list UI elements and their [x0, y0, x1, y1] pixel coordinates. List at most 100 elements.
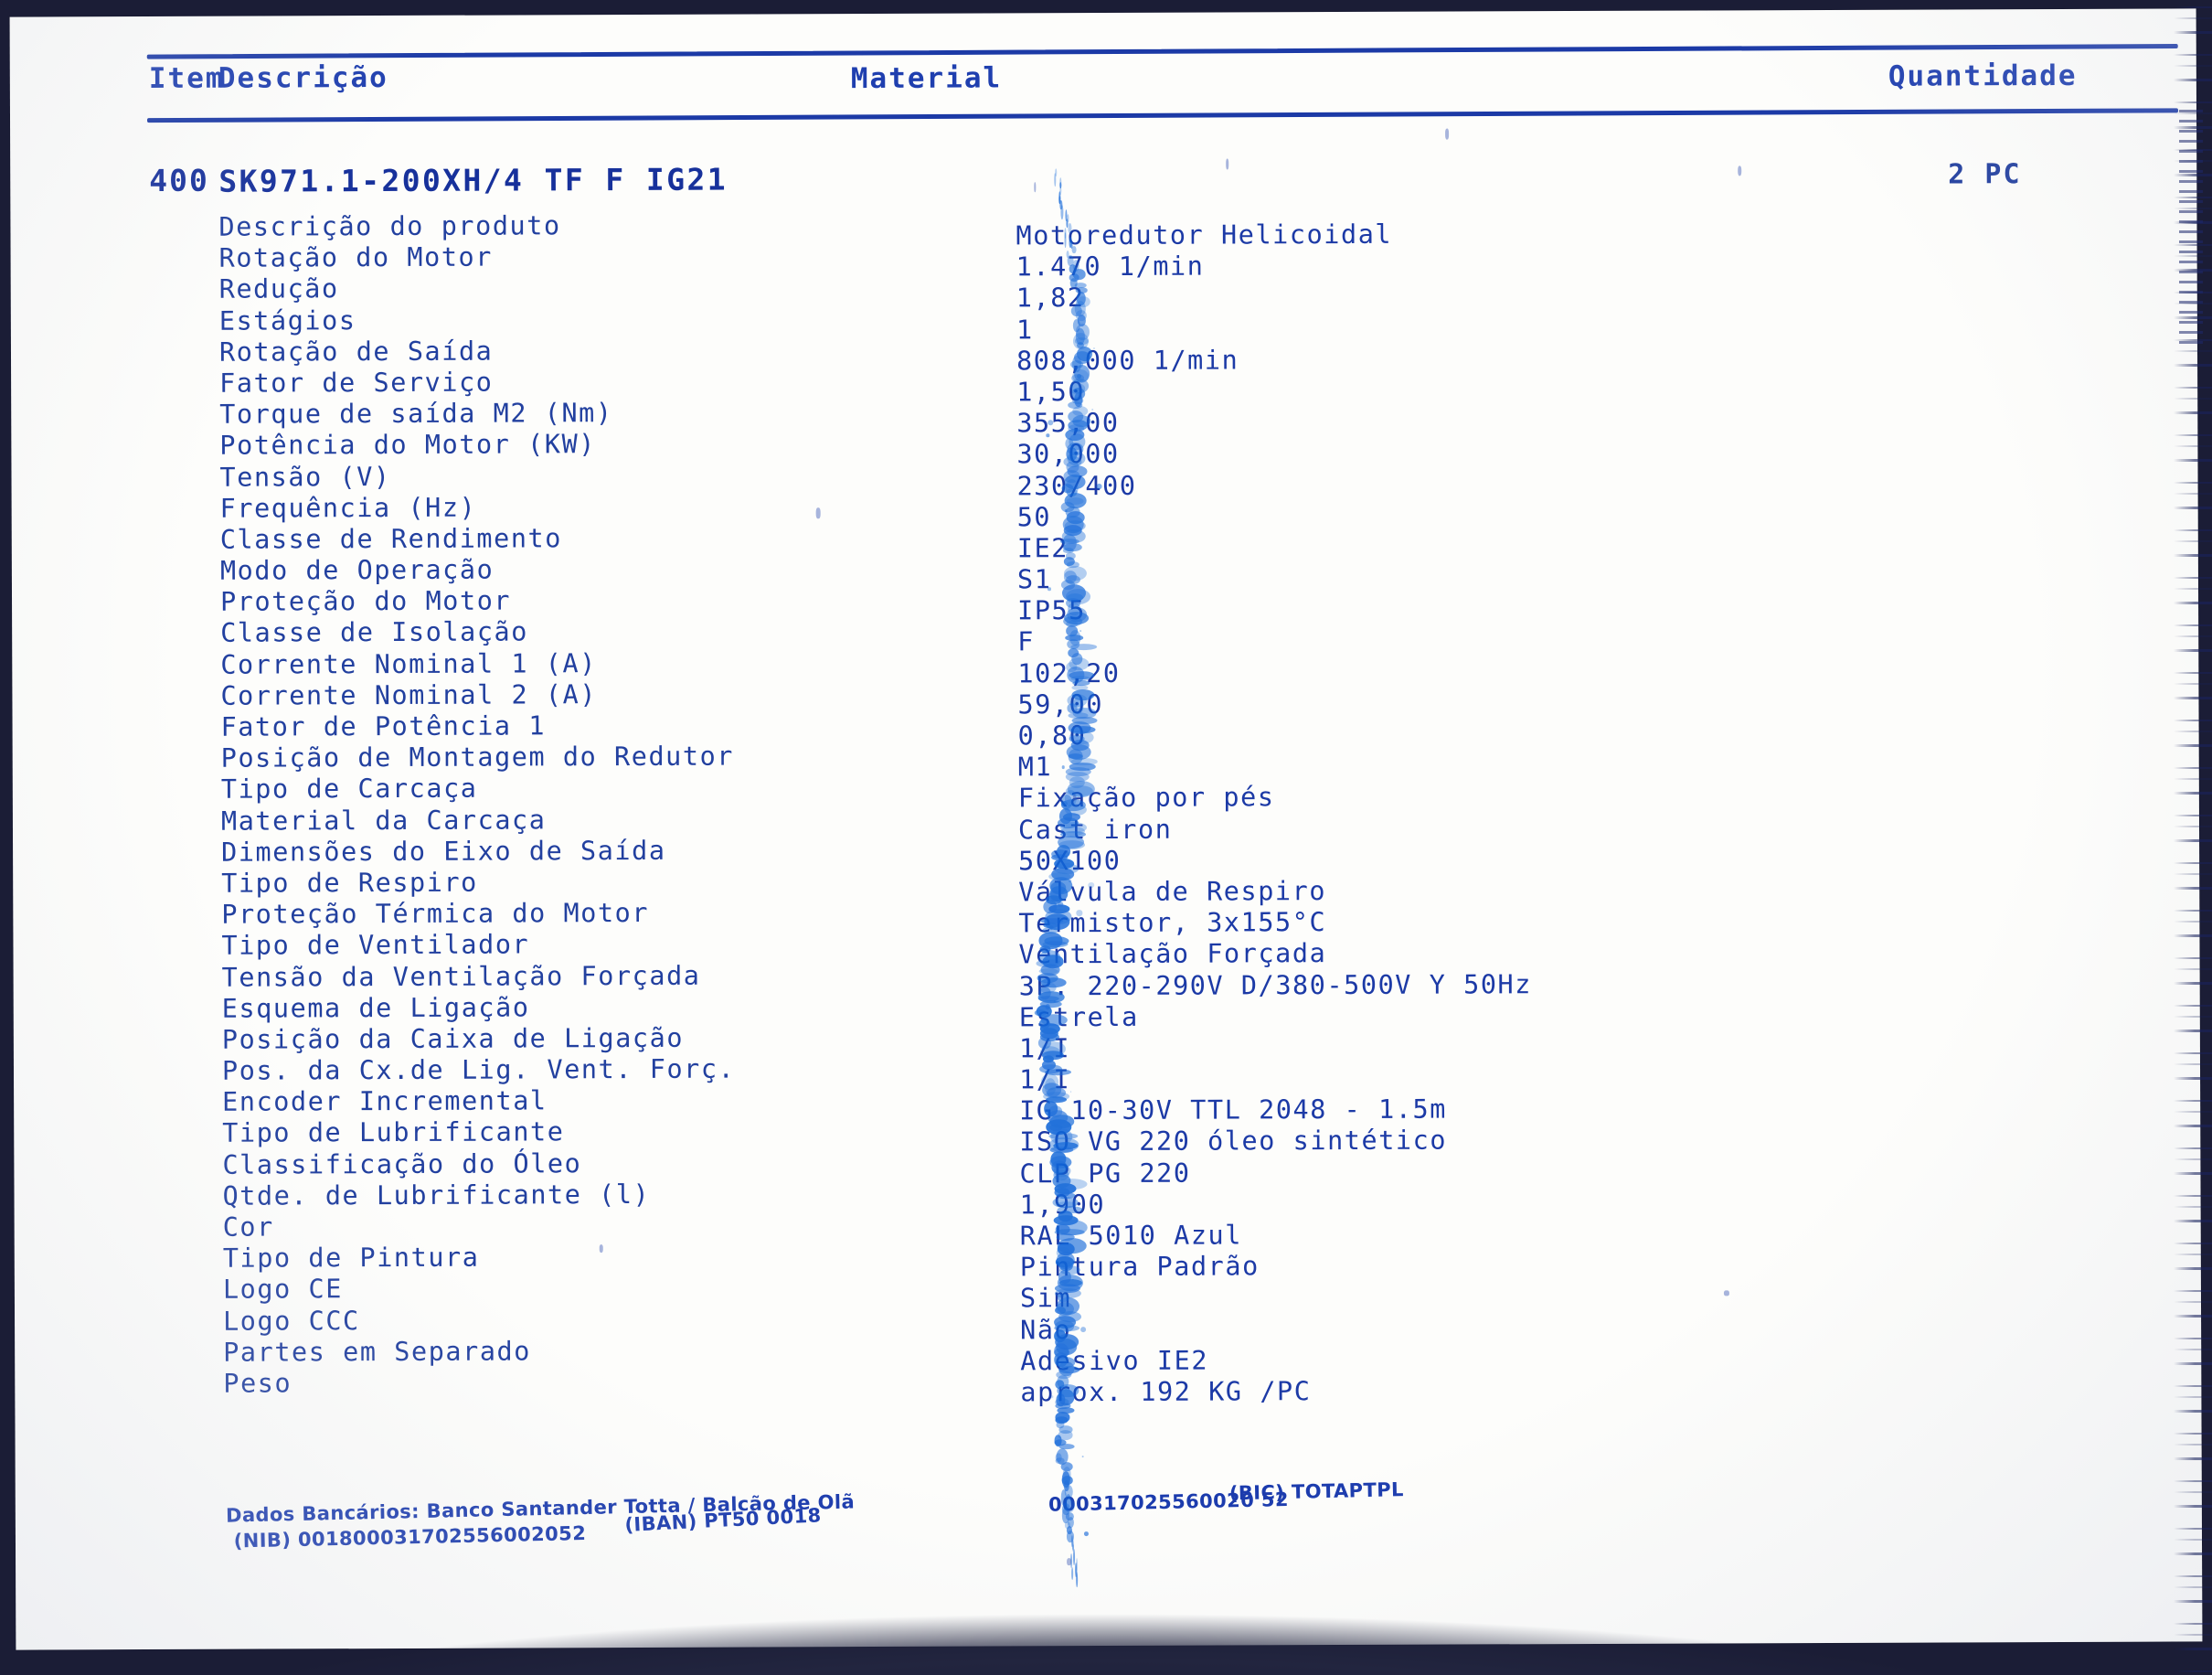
spec-value: aprox. 192 KG /PC [1020, 1376, 1312, 1408]
spec-value: 30,000 [1016, 439, 1120, 470]
spec-value: S1 [1016, 564, 1052, 595]
spec-label: Material da Carcaça [220, 804, 547, 837]
scan-speck [599, 1244, 604, 1253]
header-top-rule [146, 43, 2178, 59]
spec-value: RAL 5010 Azul [1019, 1220, 1242, 1252]
spec-label: Descrição do produto [218, 210, 561, 242]
spec-value: Pintura Padrão [1019, 1251, 1260, 1283]
spec-label: Logo CE [222, 1274, 343, 1306]
spec-label: Tipo de Carcaça [220, 773, 478, 805]
spec-value: M1 [1017, 752, 1053, 783]
spec-label: Encoder Incremental [222, 1085, 548, 1117]
item-number: 400 [149, 162, 209, 199]
spec-value: 1,900 [1019, 1189, 1106, 1221]
spec-value: 3P. 220-290V D/380-500V Y 50Hz [1018, 968, 1532, 1001]
spec-label: Proteção Térmica do Motor [221, 898, 650, 930]
spec-label: Cor [222, 1211, 274, 1243]
spec-label: Corrente Nominal 1 (A) [220, 647, 597, 680]
column-header-item: Item [148, 61, 225, 96]
column-header-quantity: Quantidade [1888, 59, 2078, 93]
spec-label: Fator de Serviço [219, 367, 494, 399]
spec-value: IG 10-30V TTL 2048 - 1.5m [1019, 1094, 1447, 1126]
spec-value: 102,20 [1017, 657, 1121, 688]
specification-table: Descrição do produto Rotação do Motor Redu… [10, 204, 2200, 1407]
spec-value: ISO VG 220 óleo sintético [1019, 1126, 1448, 1158]
spec-value: 808,000 1/min [1016, 345, 1239, 377]
column-header-description: Descrição [218, 61, 388, 95]
scan-speck [815, 507, 821, 519]
spec-value: Fixação por pés [1017, 782, 1275, 814]
spec-label: Tipo de Lubrificante [222, 1116, 565, 1149]
scan-speck [1034, 182, 1037, 192]
spec-label: Dimensões do Eixo de Saída [221, 835, 666, 868]
spec-value: Ventilação Forçada [1018, 938, 1327, 970]
specification-label-column: Descrição do produto Rotação do Motor Redu… [218, 209, 899, 1400]
spec-value: F [1017, 626, 1035, 657]
spec-label: Estágios [218, 304, 356, 336]
spec-label: Classe de Rendimento [219, 523, 563, 555]
spec-value: 1.470 1/min [1016, 251, 1205, 283]
header-bottom-rule [147, 108, 2179, 123]
bank-details-footer: Dados Bancários: Banco Santander Totta /… [226, 1474, 1597, 1552]
spec-label: Logo CCC [222, 1305, 360, 1337]
spec-label: Corrente Nominal 2 (A) [220, 678, 598, 711]
spec-label: Rotação de Saída [218, 336, 494, 368]
scan-speck [1738, 165, 1742, 176]
spec-label: Classe de Isolação [220, 616, 528, 649]
spec-value: 50X100 [1018, 845, 1122, 877]
spec-value: 1/I [1018, 1064, 1071, 1095]
spec-label: Tensão da Ventilação Forçada [221, 960, 701, 993]
spec-label: Pos. da Cx.de Lig. Vent. Forç. [221, 1053, 736, 1086]
item-product-code: SK971.1-200XH/4 TF F IG21 [218, 161, 728, 199]
spec-label: Tipo de Ventilador [221, 929, 530, 962]
spec-label: Tensão (V) [219, 461, 391, 493]
scanned-document-page: Item Descrição Material Quantidade 400 S… [9, 8, 2203, 1650]
spec-value: Não [1020, 1314, 1072, 1345]
scan-speck [1445, 128, 1450, 140]
spec-value: 1 [1016, 314, 1034, 345]
spec-value: Sim [1019, 1283, 1072, 1314]
scan-speck [1072, 795, 1076, 802]
spec-value: IE2 [1016, 533, 1069, 564]
spec-value: 230/400 [1016, 470, 1137, 501]
spec-label: Posição de Montagem do Redutor [220, 741, 735, 773]
spec-label: Proteção do Motor [219, 585, 512, 617]
spec-value: IP55 [1017, 595, 1086, 626]
spec-value: 59,00 [1017, 688, 1104, 720]
spec-value: 1/I [1018, 1033, 1071, 1064]
spec-value: 1,82 [1016, 283, 1085, 314]
spec-value: Estrela [1018, 1001, 1139, 1033]
spec-label: Fator de Potência 1 [220, 710, 547, 742]
spec-label: Rotação do Motor [218, 241, 493, 273]
spec-label: Redução [218, 273, 339, 305]
spec-value: Termistor, 3x155°C [1018, 907, 1327, 939]
spec-label: Posição da Caixa de Ligação [221, 1022, 685, 1055]
spec-label: Modo de Operação [219, 554, 495, 586]
scan-speck [1067, 1558, 1072, 1566]
bank-bic-code: (BIC) TOTAPTPL [1228, 1478, 1404, 1505]
spec-value: CLP PG 220 [1019, 1158, 1191, 1189]
column-header-material: Material [850, 61, 1003, 96]
scan-speck [1723, 1290, 1729, 1296]
scanner-background: Item Descrição Material Quantidade 400 S… [0, 0, 2212, 1675]
spec-value: Válvula de Respiro [1018, 876, 1327, 908]
spec-value: 1,50 [1016, 377, 1086, 408]
spec-label: Frequência (Hz) [219, 492, 477, 524]
specification-value-column: Motoredutor Helicoidal 1.470 1/min 1,82 1 80… [1016, 217, 2026, 1408]
spec-label: Tipo de Respiro [221, 867, 478, 899]
spec-label: Partes em Separado [223, 1336, 532, 1368]
document-sheet: Item Descrição Material Quantidade 400 S… [10, 8, 2203, 1649]
item-quantity: 2 PC [1948, 158, 2022, 191]
spec-value: Cast iron [1017, 814, 1173, 845]
spec-label: Tipo de Pintura [222, 1242, 480, 1274]
spec-value: 355,00 [1016, 408, 1120, 439]
spec-value: Motoredutor Helicoidal [1016, 219, 1393, 251]
bank-nib-line: (NIB) 001800031702556002052 [233, 1521, 587, 1552]
spec-label: Classificação do Óleo [222, 1147, 582, 1180]
spec-label: Potência do Motor (KW) [219, 429, 597, 462]
spec-label: Esquema de Ligação [221, 992, 530, 1024]
spec-value: 50 [1016, 501, 1052, 533]
spec-label: Peso [223, 1368, 292, 1399]
scan-speck [1226, 158, 1229, 170]
spec-label: Torque de saída M2 (Nm) [219, 398, 613, 430]
